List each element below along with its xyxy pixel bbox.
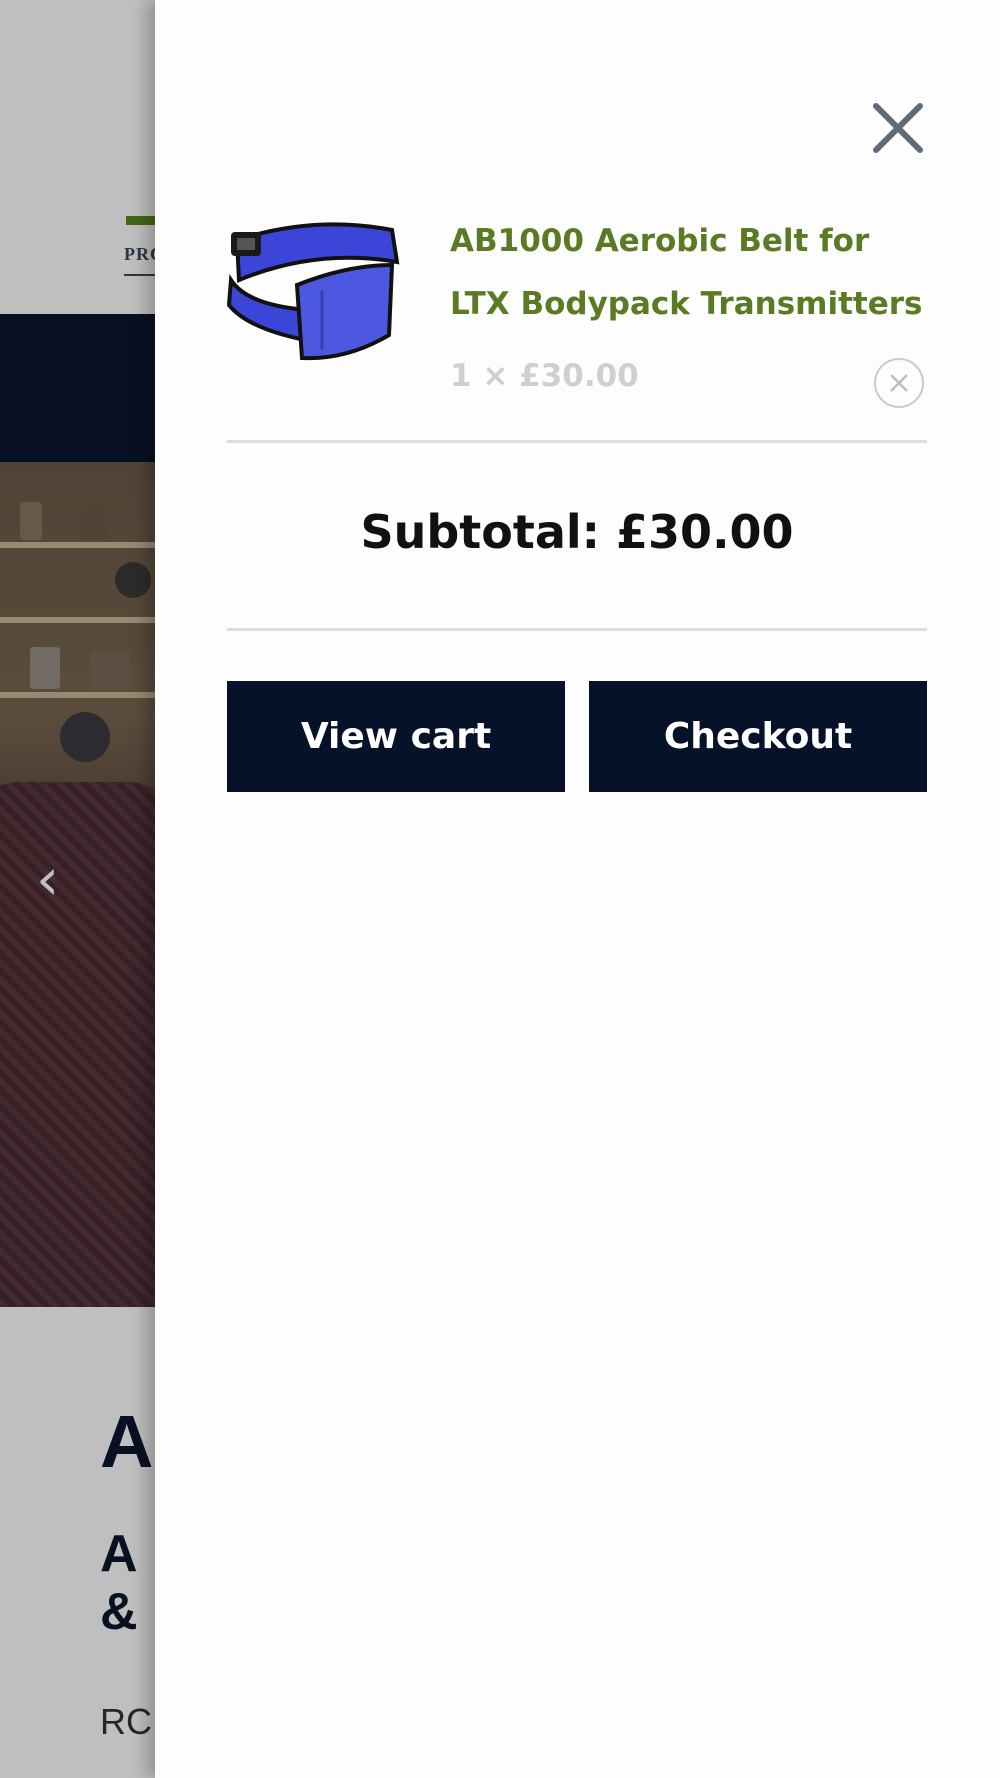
subtotal-value: £30.00 (616, 505, 794, 559)
product-title-link[interactable]: AB1000 Aerobic Belt for LTX Bodypack Tra… (450, 210, 930, 336)
cart-divider (227, 440, 927, 443)
subtotal-label: Subtotal: (360, 505, 601, 559)
checkout-button[interactable]: Checkout (589, 681, 927, 792)
view-cart-button[interactable]: View cart (227, 681, 565, 792)
subtotal-divider (227, 628, 927, 631)
close-icon[interactable] (870, 100, 926, 156)
item-quantity-price: 1 × £30.00 (450, 358, 639, 394)
remove-item-icon[interactable] (874, 358, 924, 408)
cart-item: AB1000 Aerobic Belt for LTX Bodypack Tra… (226, 210, 930, 440)
cart-subtotal: Subtotal: £30.00 (227, 505, 927, 559)
product-thumbnail[interactable] (226, 210, 403, 370)
